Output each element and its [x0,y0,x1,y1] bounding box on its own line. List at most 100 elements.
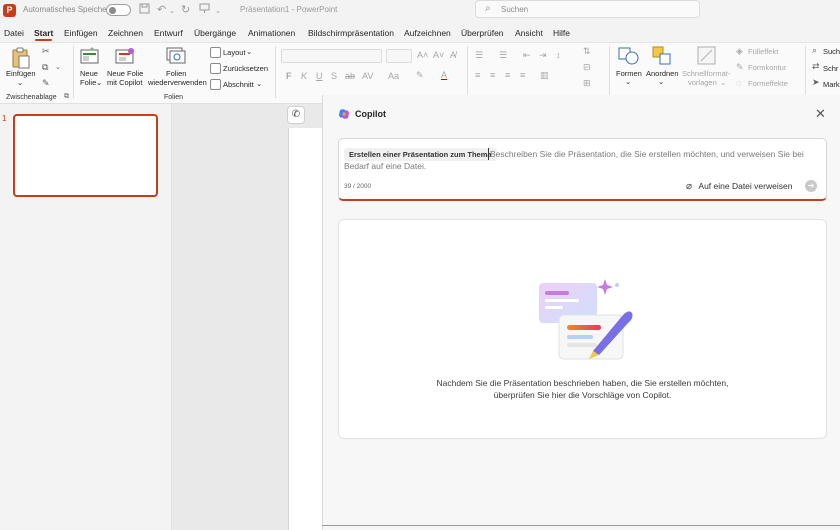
quick-styles-dropdown-icon[interactable]: ⌄ [720,78,726,87]
clipboard-launcher-icon[interactable]: ⧉ [64,93,69,101]
shape-outline-button[interactable]: Formkontur [748,63,786,72]
shape-effects-icon[interactable]: ◌ [736,78,741,88]
tab-einfuegen[interactable]: Einfügen [64,28,98,38]
paste-dropdown-icon[interactable]: ⌄ [17,78,23,87]
slide-thumbnail[interactable] [13,114,158,197]
customize-toolbar-icon[interactable]: ⌄ [215,5,221,19]
align-center-icon[interactable]: ≡ [490,70,495,80]
change-case-button[interactable]: Aa [388,71,399,81]
character-spacing-button[interactable]: AV [362,71,373,81]
new-slide-copilot-label-1[interactable]: Neue Folie [107,69,143,78]
replace-button[interactable]: Schr [823,64,838,73]
quick-styles-label-2[interactable]: vorlagen [688,78,717,87]
line-spacing-icon[interactable]: ↕ [556,50,561,60]
tab-hilfe[interactable]: Hilfe [553,28,570,38]
section-button[interactable]: Abschnitt [223,80,254,89]
align-text-icon[interactable]: ⊟ [583,62,591,73]
reference-file-button[interactable]: ⌀ Auf eine Datei verweisen [686,181,792,192]
align-right-icon[interactable]: ≡ [505,70,510,80]
bullets-icon[interactable]: ☰ [475,50,483,61]
select-icon[interactable]: ➤ [812,77,820,88]
undo-dropdown-icon[interactable]: ⌄ [169,5,175,19]
shapes-dropdown-icon[interactable]: ⌄ [625,77,631,86]
font-size-select[interactable] [386,49,412,63]
format-painter-icon[interactable]: ✎ [42,78,50,89]
search-box[interactable]: ⌕ Suchen [475,0,700,18]
align-left-icon[interactable]: ≡ [475,70,480,80]
shapes-icon[interactable] [618,46,640,68]
columns-icon[interactable]: ▥ [540,70,549,81]
smartart-icon[interactable]: ⊞ [583,78,591,89]
layout-icon[interactable] [210,47,221,58]
underline-button[interactable]: U [316,71,323,81]
italic-button[interactable]: K [301,71,307,81]
save-icon[interactable] [139,3,150,18]
autosave-toggle[interactable] [106,4,131,16]
tab-aufzeichnen[interactable]: Aufzeichnen [404,28,451,38]
new-slide-icon[interactable]: + [80,46,100,67]
shape-effects-button[interactable]: Formeffekte [748,79,788,88]
new-slide-dropdown-icon[interactable]: ⌄ [96,78,102,87]
layout-dropdown-icon[interactable]: ⌄ [246,47,252,56]
undo-icon[interactable]: ↶ [157,3,166,17]
presenter-icon[interactable] [199,3,210,18]
arrange-icon[interactable] [652,46,672,68]
reuse-slides-icon[interactable] [166,47,186,67]
tab-animationen[interactable]: Animationen [248,28,295,38]
strikethrough-button[interactable]: ab [345,71,355,81]
decrease-font-icon[interactable]: A˅ [433,50,444,60]
copy-icon[interactable]: ⧉ [42,62,48,73]
slide-canvas[interactable] [288,128,322,530]
shadow-button[interactable]: S [331,71,337,81]
justify-icon[interactable]: ≡ [520,70,525,80]
increase-indent-icon[interactable]: ⇥ [539,50,547,61]
paste-icon[interactable] [11,47,31,71]
tab-bildschirmpraesentation[interactable]: Bildschirmpräsentation [308,28,394,38]
section-dropdown-icon[interactable]: ⌄ [256,79,262,88]
shape-outline-icon[interactable]: ✎ [736,62,744,73]
autosave-label: Automatisches Speichern [23,5,114,14]
highlight-color-icon[interactable]: ✎ [416,70,424,81]
find-icon[interactable]: ⌕ [812,45,817,56]
font-color-icon[interactable]: A [441,70,447,80]
cut-icon[interactable]: ✂ [42,46,50,57]
select-button[interactable]: Mark [823,80,840,89]
arrange-dropdown-icon[interactable]: ⌄ [658,77,664,86]
new-slide-label-1[interactable]: Neue [80,69,98,78]
numbering-icon[interactable]: ☰ [499,50,507,61]
reuse-slides-label-2[interactable]: wiederverwenden [148,78,207,87]
reset-button[interactable]: Zurücksetzen [223,64,268,73]
find-button[interactable]: Such [823,47,840,56]
font-family-select[interactable] [281,49,382,63]
new-slide-label-2[interactable]: Folie [80,78,96,87]
text-direction-icon[interactable]: ⇅ [583,46,591,57]
tab-start[interactable]: Start [34,28,53,38]
quick-styles-icon[interactable] [697,46,717,68]
shape-fill-button[interactable]: Fülleffekt [748,47,778,56]
section-icon[interactable] [210,79,221,90]
paste-button[interactable]: Einfügen [6,69,36,78]
replace-icon[interactable]: ⇄ [812,61,820,72]
send-icon[interactable]: ➜ [805,180,817,192]
tab-ansicht[interactable]: Ansicht [515,28,543,38]
clear-formatting-icon[interactable]: A̸ [450,50,456,60]
close-icon[interactable]: ✕ [815,106,826,121]
layout-button[interactable]: Layout [223,48,246,57]
tab-uebergaenge[interactable]: Übergänge [194,28,236,38]
redo-icon[interactable]: ↻ [181,3,190,17]
tab-datei[interactable]: Datei [4,28,24,38]
shape-fill-icon[interactable]: ◈ [736,46,743,57]
quick-styles-label-1[interactable]: Schnellformat- [682,69,730,78]
tab-zeichnen[interactable]: Zeichnen [108,28,143,38]
decrease-indent-icon[interactable]: ⇤ [523,50,531,61]
new-slide-copilot-icon[interactable] [115,47,135,67]
bold-button[interactable]: F [286,71,292,81]
copy-dropdown-icon[interactable]: ⌄ [55,63,61,71]
reuse-slides-label-1[interactable]: Folien [166,69,186,78]
reset-icon[interactable] [210,63,221,74]
tab-ueberpruefen[interactable]: Überprüfen [461,28,504,38]
increase-font-icon[interactable]: A˄ [417,50,428,60]
tab-entwurf[interactable]: Entwurf [154,28,183,38]
new-slide-copilot-label-2[interactable]: mit Copilot [107,78,142,87]
designer-icon[interactable]: ✆ [287,106,305,124]
